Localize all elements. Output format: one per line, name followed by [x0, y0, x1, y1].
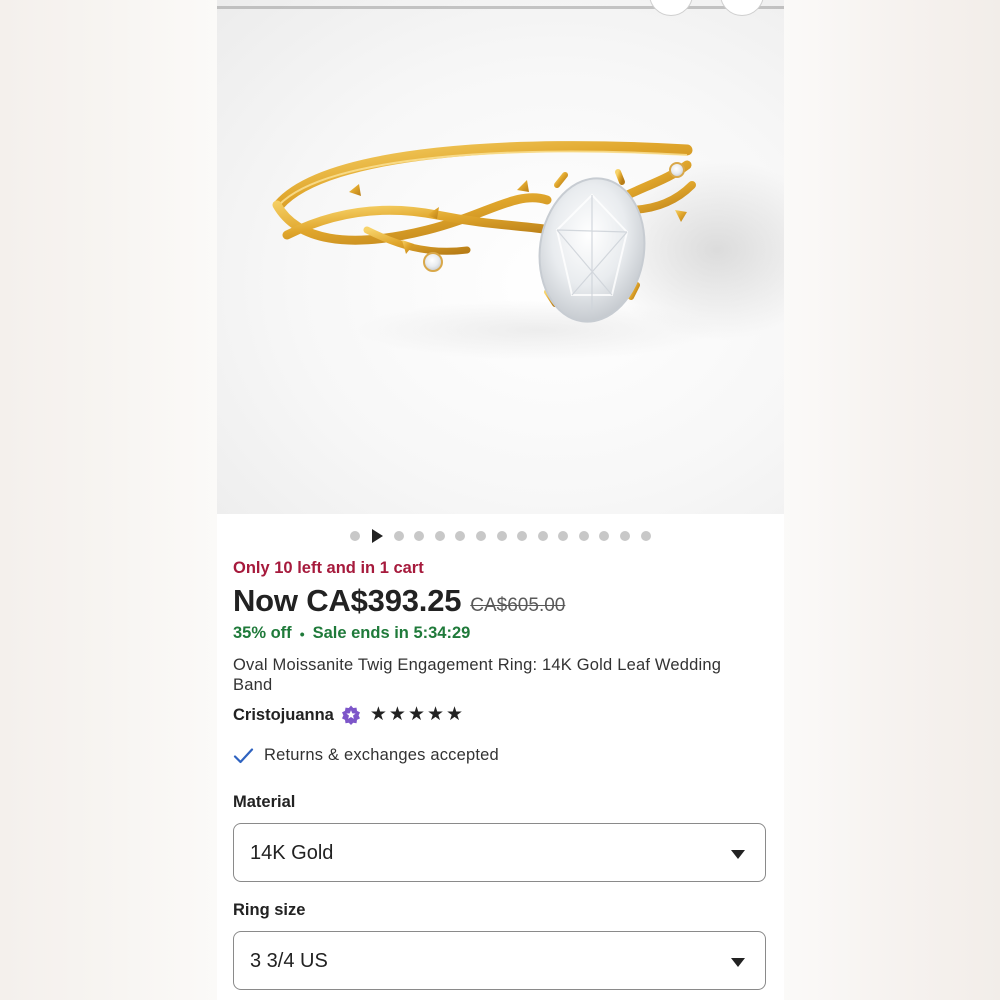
- listing-title: Oval Moissanite Twig Engagement Ring: 14…: [233, 656, 722, 694]
- product-image[interactable]: [217, 0, 784, 514]
- gallery-dot[interactable]: [558, 531, 569, 541]
- material-value: 14K Gold: [250, 842, 334, 864]
- discount-label: 35% off: [233, 624, 292, 642]
- current-price: Now CA$393.25: [233, 583, 462, 618]
- caret-down-icon: [731, 958, 745, 967]
- sale-info: 35% off • Sale ends in 5:34:29: [233, 624, 470, 643]
- separator-dot: •: [299, 625, 305, 642]
- caret-down-icon: [731, 850, 745, 859]
- gallery-dot[interactable]: [620, 531, 631, 541]
- material-select[interactable]: 14K Gold: [233, 823, 766, 882]
- stock-notice: Only 10 left and in 1 cart: [233, 559, 424, 577]
- ring-size-label: Ring size: [233, 901, 306, 919]
- original-price: CA$605.00: [470, 595, 566, 616]
- shop-name-link[interactable]: Cristojuanna: [233, 706, 334, 725]
- rating-stars[interactable]: ★ ★ ★ ★ ★: [370, 705, 463, 725]
- returns-policy: Returns & exchanges accepted: [233, 746, 499, 765]
- product-page: Only 10 left and in 1 cart Now CA$393.25…: [217, 0, 784, 1000]
- gallery-dot[interactable]: [455, 531, 466, 541]
- gallery-dot[interactable]: [537, 531, 548, 541]
- returns-text: Returns & exchanges accepted: [264, 746, 499, 764]
- star-icon: ★: [427, 704, 445, 725]
- price-row: Now CA$393.25 CA$605.00: [233, 583, 565, 619]
- gallery-dot[interactable]: [640, 531, 651, 541]
- star-icon: ★: [407, 704, 425, 725]
- gallery-dot[interactable]: [434, 531, 445, 541]
- gallery-dot[interactable]: [393, 531, 404, 541]
- ring-size-value: 3 3/4 US: [250, 950, 328, 972]
- gallery-dot[interactable]: [414, 531, 425, 541]
- shop-row: Cristojuanna ★ ★ ★ ★ ★: [233, 705, 463, 725]
- star-seller-badge-icon: [341, 705, 360, 725]
- play-icon[interactable]: [371, 529, 383, 543]
- ring-size-select[interactable]: 3 3/4 US: [233, 931, 766, 990]
- gallery-pagination: [217, 529, 784, 543]
- gallery-dot[interactable]: [496, 531, 507, 541]
- material-label: Material: [233, 793, 296, 811]
- star-icon: ★: [369, 704, 387, 725]
- gallery-dot[interactable]: [599, 531, 610, 541]
- gallery-dot[interactable]: [578, 531, 589, 541]
- star-icon: ★: [446, 704, 464, 725]
- sale-timer: Sale ends in 5:34:29: [312, 624, 471, 642]
- ring-illustration: [272, 141, 784, 360]
- gallery-dot[interactable]: [517, 531, 528, 541]
- gallery-dot[interactable]: [475, 531, 486, 541]
- star-icon: ★: [388, 704, 406, 725]
- gallery-dot[interactable]: [350, 531, 361, 541]
- check-icon: [233, 747, 254, 763]
